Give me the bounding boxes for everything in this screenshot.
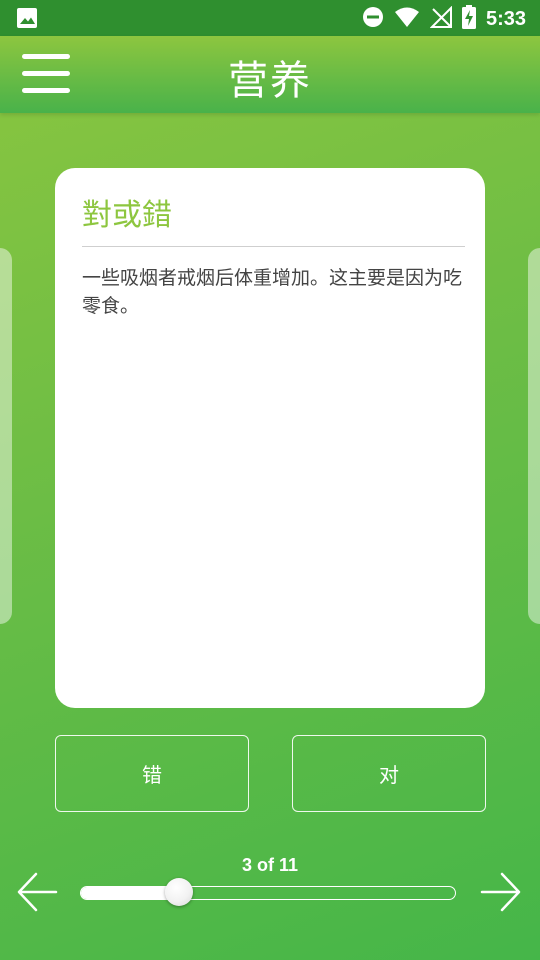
do-not-disturb-icon (362, 6, 384, 32)
card-divider (82, 246, 465, 247)
progress-slider-thumb[interactable] (164, 878, 193, 906)
progress-slider-track[interactable] (80, 886, 456, 900)
status-bar: 5:33 (0, 0, 540, 36)
false-button[interactable]: 错 (55, 735, 249, 812)
wifi-icon (394, 6, 420, 32)
no-signal-icon (429, 5, 452, 32)
true-button[interactable]: 对 (292, 735, 486, 812)
next-card-peek[interactable] (528, 248, 540, 624)
previous-card-peek[interactable] (0, 248, 12, 624)
question-card: 對或錯 一些吸烟者戒烟后体重增加。这主要是因为吃零食。 (55, 168, 485, 708)
progress-label: 3 of 11 (241, 855, 299, 875)
app-title: 营养 (228, 58, 312, 104)
arrow-right-icon[interactable] (478, 870, 522, 914)
card-title: 對或錯 (82, 198, 172, 233)
arrow-left-icon[interactable] (16, 870, 60, 914)
app-bar: 营养 (0, 36, 540, 113)
status-time: 5:33 (485, 7, 526, 30)
image-icon (16, 7, 38, 33)
battery-charging-icon (461, 5, 476, 33)
question-statement: 一些吸烟者戒烟后体重增加。这主要是因为吃零食。 (82, 267, 463, 317)
